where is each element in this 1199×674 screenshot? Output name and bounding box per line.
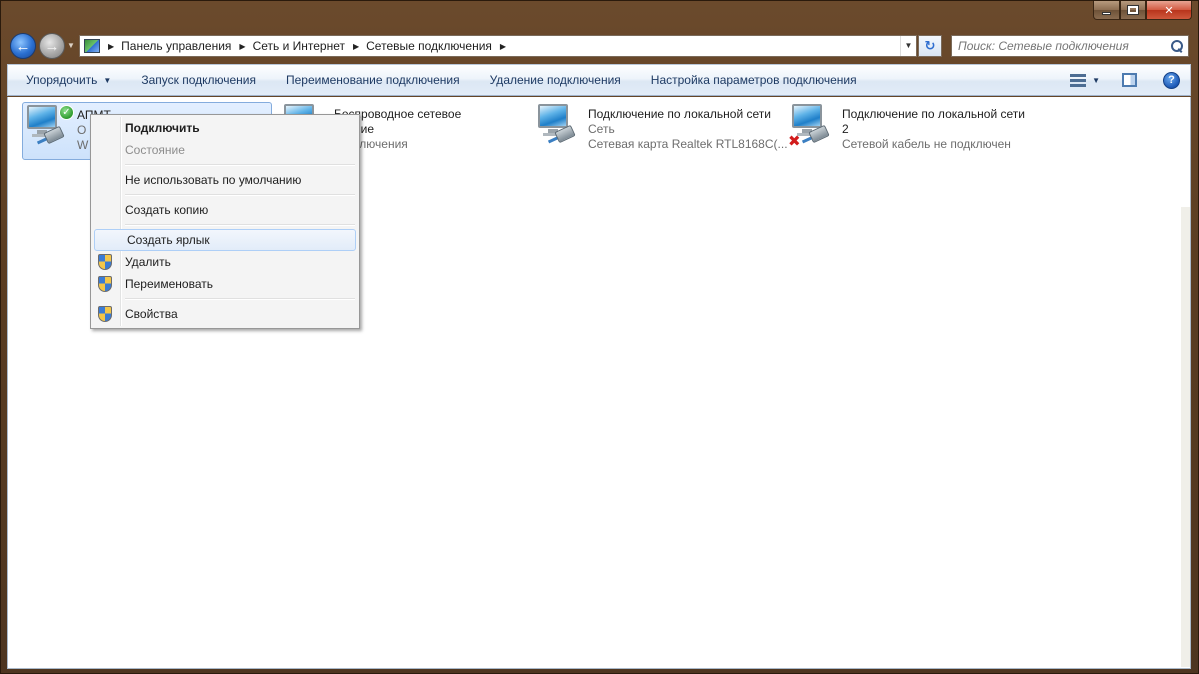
disconnected-x-icon: ✖ (788, 133, 801, 150)
menu-separator (125, 191, 357, 199)
lan-connection-icon: ✖ (788, 102, 832, 150)
breadcrumb-network-connections[interactable]: Сетевые подключения (366, 39, 492, 53)
refresh-icon: ↻ (924, 38, 936, 53)
change-view-icon[interactable] (1070, 73, 1087, 87)
menu-item-connect[interactable]: Подключить (93, 117, 357, 139)
context-menu: Подключить Состояние Не использовать по … (90, 114, 360, 329)
menu-separator (125, 295, 357, 303)
connection-settings-button[interactable]: Настройка параметров подключения (636, 67, 872, 93)
connection-status: Сетевой кабель не подключен (842, 137, 1011, 151)
breadcrumb-network-internet[interactable]: Сеть и Интернет (253, 39, 345, 53)
scrollbar-track[interactable] (1181, 207, 1190, 667)
close-icon: ✕ (1164, 4, 1174, 17)
menu-item-status: Состояние (125, 143, 185, 157)
breadcrumb-separator-icon[interactable]: ▶ (500, 42, 506, 51)
rename-connection-label: Переименование подключения (286, 73, 460, 87)
menu-item-label: Свойства (125, 307, 178, 321)
search-box (951, 35, 1189, 57)
chevron-down-icon: ▼ (103, 75, 112, 85)
connection-name-line2: 2 (842, 122, 849, 136)
menu-item-create-shortcut[interactable]: Создать ярлык (94, 229, 356, 251)
help-icon[interactable]: ? (1163, 71, 1180, 89)
uac-shield-icon (98, 254, 112, 270)
organize-button[interactable]: Упорядочить ▼ (8, 67, 126, 93)
back-button[interactable]: ← (10, 33, 36, 59)
recent-pages-dropdown[interactable]: ▼ (67, 41, 75, 50)
uac-shield-icon (98, 276, 112, 292)
menu-separator (125, 221, 357, 229)
explorer-window: ✕ ← → ▼ ▶ Панель управления ▶ Сеть и Инт… (0, 0, 1199, 674)
connection-name: Подключение по локальной сети (588, 107, 771, 121)
address-history-dropdown[interactable]: ▼ (900, 36, 916, 56)
connection-settings-label: Настройка параметров подключения (650, 73, 857, 87)
minimize-icon (1102, 11, 1111, 15)
organize-label: Упорядочить (26, 73, 98, 87)
address-bar[interactable]: ▶ Панель управления ▶ Сеть и Интернет ▶ … (79, 35, 917, 57)
menu-item-not-default[interactable]: Не использовать по умолчанию (93, 169, 357, 191)
preview-pane-icon[interactable] (1122, 73, 1137, 87)
maximize-icon (1127, 5, 1139, 15)
arrow-left-icon: ← (15, 37, 31, 55)
connection-status: Сеть (588, 122, 615, 136)
menu-item-label: Удалить (125, 255, 171, 269)
breadcrumb-separator-icon[interactable]: ▶ (108, 42, 114, 51)
breadcrumb-separator-icon[interactable]: ▶ (353, 42, 359, 51)
connection-device: Сетевая карта Realtek RTL8168C(... (588, 137, 788, 151)
forward-button[interactable]: → (39, 33, 65, 59)
refresh-button[interactable]: ↻ (918, 35, 942, 57)
arrow-right-icon: → (44, 37, 60, 55)
caption-buttons: ✕ (1093, 1, 1192, 20)
minimize-button[interactable] (1093, 1, 1120, 20)
menu-item-rename[interactable]: Переименовать (93, 273, 357, 295)
connection-item-lan-2[interactable]: ✖ Подключение по локальной сети 2 Сетево… (788, 102, 1048, 160)
network-connection-icon: ✓ (23, 103, 74, 147)
connected-check-icon: ✓ (59, 105, 74, 120)
menu-item-delete[interactable]: Удалить (93, 251, 357, 273)
start-connection-label: Запуск подключения (141, 73, 256, 87)
menu-item-properties[interactable]: Свойства (93, 303, 357, 325)
close-button[interactable]: ✕ (1146, 1, 1192, 20)
menu-separator (125, 161, 357, 169)
navigation-row: ← → ▼ ▶ Панель управления ▶ Сеть и Интер… (1, 31, 1199, 61)
search-input[interactable] (952, 39, 1162, 53)
rename-connection-button[interactable]: Переименование подключения (271, 67, 475, 93)
connection-name: Подключение по локальной сети (842, 107, 1025, 121)
breadcrumb: ▶ Панель управления ▶ Сеть и Интернет ▶ … (100, 39, 513, 53)
command-bar: Упорядочить ▼ Запуск подключения Переиме… (7, 64, 1191, 96)
breadcrumb-control-panel[interactable]: Панель управления (121, 39, 231, 53)
menu-item-label: Переименовать (125, 277, 213, 291)
menu-item-create-copy[interactable]: Создать копию (93, 199, 357, 221)
maximize-button[interactable] (1120, 1, 1146, 20)
delete-connection-label: Удаление подключения (489, 73, 621, 87)
menu-item-label: Создать ярлык (127, 233, 210, 247)
delete-connection-button[interactable]: Удаление подключения (475, 67, 636, 93)
breadcrumb-separator-icon[interactable]: ▶ (239, 42, 245, 51)
connection-item-lan-1[interactable]: Подключение по локальной сети Сеть Сетев… (534, 102, 788, 160)
chevron-down-icon[interactable]: ▼ (1092, 76, 1100, 85)
control-panel-icon (84, 39, 100, 53)
start-connection-button[interactable]: Запуск подключения (126, 67, 271, 93)
view-controls: ▼ ? (1070, 71, 1190, 89)
lan-connection-icon (534, 102, 578, 146)
search-icon[interactable] (1170, 39, 1183, 53)
uac-shield-icon (98, 306, 112, 322)
